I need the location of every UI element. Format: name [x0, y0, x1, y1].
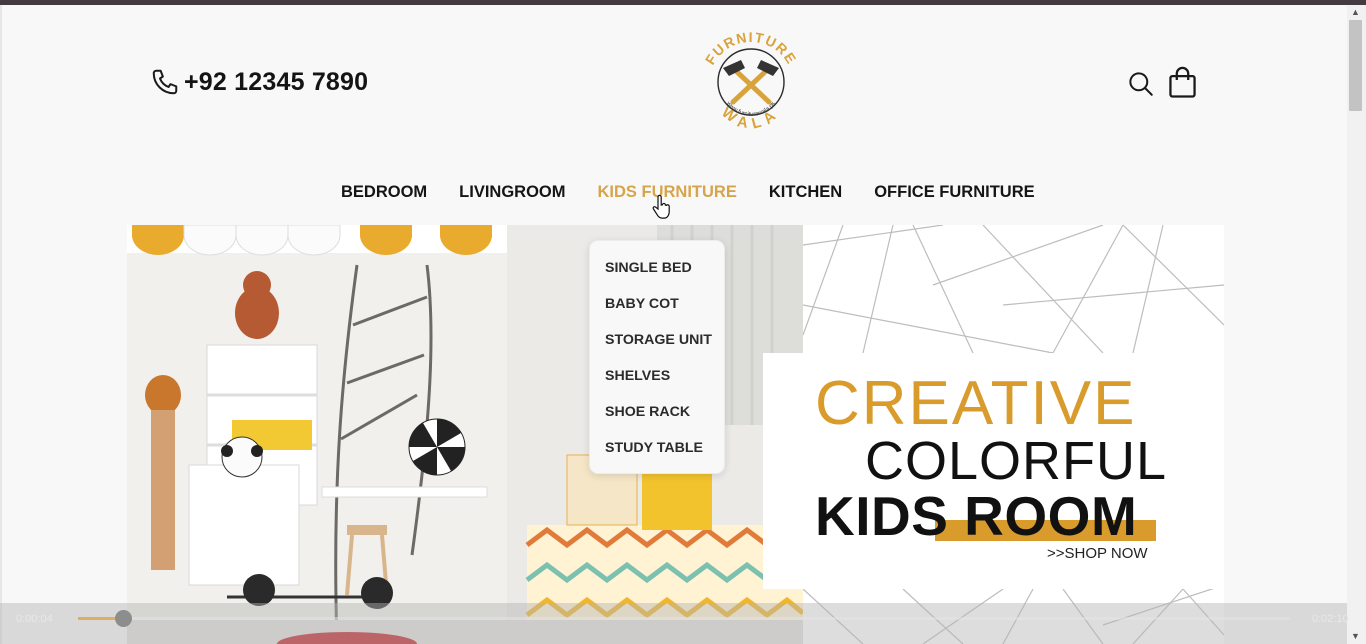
- phone-number: +92 12345 7890: [184, 67, 369, 96]
- scrollbar-thumb[interactable]: [1349, 20, 1362, 111]
- kids-furniture-dropdown: SINGLE BED BABY COT STORAGE UNIT SHELVES…: [589, 240, 725, 474]
- scroll-down-icon[interactable]: ▼: [1351, 631, 1360, 641]
- nav-item-bedroom[interactable]: BEDROOM: [341, 183, 427, 202]
- browser-top-bar: [0, 0, 1366, 5]
- svg-text:FURNITURE: FURNITURE: [702, 29, 800, 67]
- shop-now-link[interactable]: >>SHOP NOW: [1047, 545, 1148, 562]
- brand-logo[interactable]: FURNITURE WALA www.furniturewala.pk: [697, 26, 805, 138]
- search-icon[interactable]: [1127, 70, 1154, 97]
- video-progress-knob[interactable]: [115, 610, 132, 627]
- promo-line-creative: CREATIVE: [815, 369, 1137, 438]
- hammers-icon: [723, 60, 779, 105]
- main-nav: BEDROOM LIVINGROOM KIDS FURNITURE KITCHE…: [341, 183, 1035, 202]
- nav-item-office-furniture[interactable]: OFFICE FURNITURE: [874, 183, 1034, 202]
- scroll-up-icon[interactable]: ▲: [1351, 7, 1360, 17]
- dropdown-item-baby-cot[interactable]: BABY COT: [605, 296, 679, 312]
- promo-line-colorful: COLORFUL: [865, 431, 1168, 491]
- promo-line-kids-room: KIDS ROOM: [815, 485, 1138, 547]
- left-border: [0, 5, 2, 644]
- logo-top-text: FURNITURE: [702, 29, 799, 67]
- phone-icon: [150, 67, 180, 97]
- phone-contact[interactable]: +92 12345 7890: [150, 64, 368, 100]
- video-current-time: 0:00:04: [16, 613, 53, 625]
- dropdown-item-shoe-rack[interactable]: SHOE RACK: [605, 404, 690, 420]
- video-duration: 0:02:10: [1312, 613, 1349, 625]
- video-progress-track[interactable]: [78, 617, 1290, 620]
- hand-cursor-icon: [652, 194, 670, 224]
- dropdown-item-single-bed[interactable]: SINGLE BED: [605, 260, 692, 276]
- dropdown-item-shelves[interactable]: SHELVES: [605, 368, 670, 384]
- video-controls-bar: [0, 603, 1347, 644]
- nav-item-kitchen[interactable]: KITCHEN: [769, 183, 842, 202]
- dropdown-item-study-table[interactable]: STUDY TABLE: [605, 440, 703, 456]
- shopping-bag-icon[interactable]: [1167, 66, 1198, 99]
- dropdown-item-storage-unit[interactable]: STORAGE UNIT: [605, 332, 712, 348]
- nav-item-livingroom[interactable]: LIVINGROOM: [459, 183, 565, 202]
